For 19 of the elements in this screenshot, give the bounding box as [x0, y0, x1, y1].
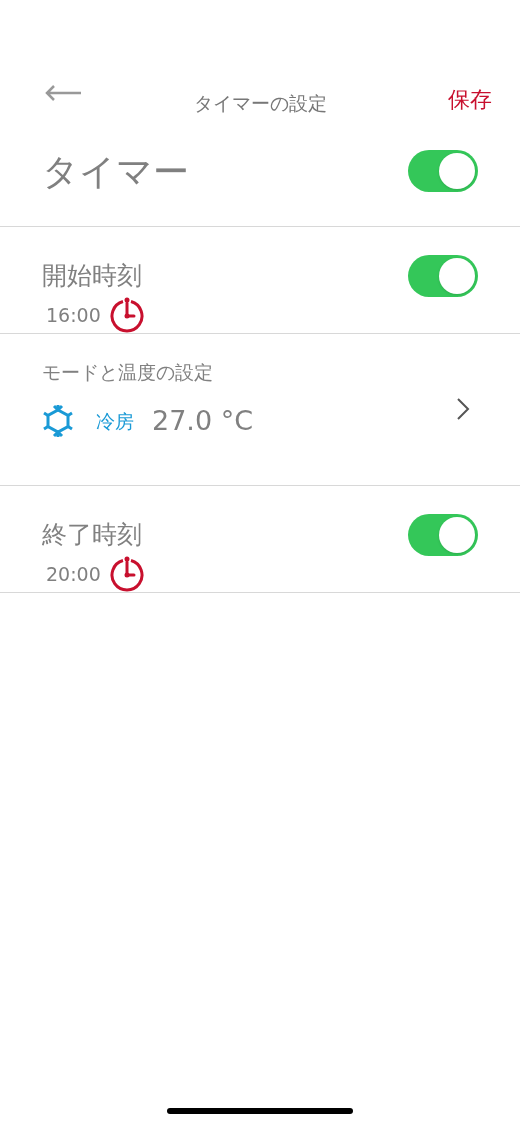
section-label: 終了時刻 — [42, 519, 142, 552]
time-value: 20:00 — [46, 561, 101, 587]
toggle-switch[interactable] — [408, 150, 478, 192]
section-label: 開始時刻 — [42, 260, 142, 293]
clock-icon[interactable] — [108, 556, 145, 592]
mode-row[interactable]: モードと温度の設定 冷房 27.0 °C — [0, 334, 520, 486]
temperature-value: 27.0 °C — [152, 403, 254, 438]
toggle-switch[interactable] — [408, 514, 478, 556]
mode-value: 冷房 — [96, 408, 134, 434]
time-value: 16:00 — [46, 302, 101, 328]
timer-label: タイマー — [42, 150, 189, 194]
snowflake-icon — [42, 403, 74, 438]
chevron-right-icon — [456, 397, 470, 421]
clock-icon[interactable] — [108, 297, 145, 333]
section-label: モードと温度の設定 — [42, 360, 214, 385]
toggle-switch[interactable] — [408, 255, 478, 297]
save-button[interactable]: 保存 — [448, 83, 492, 116]
page-title: タイマーの設定 — [193, 91, 327, 116]
back-arrow-icon[interactable] — [45, 85, 82, 101]
